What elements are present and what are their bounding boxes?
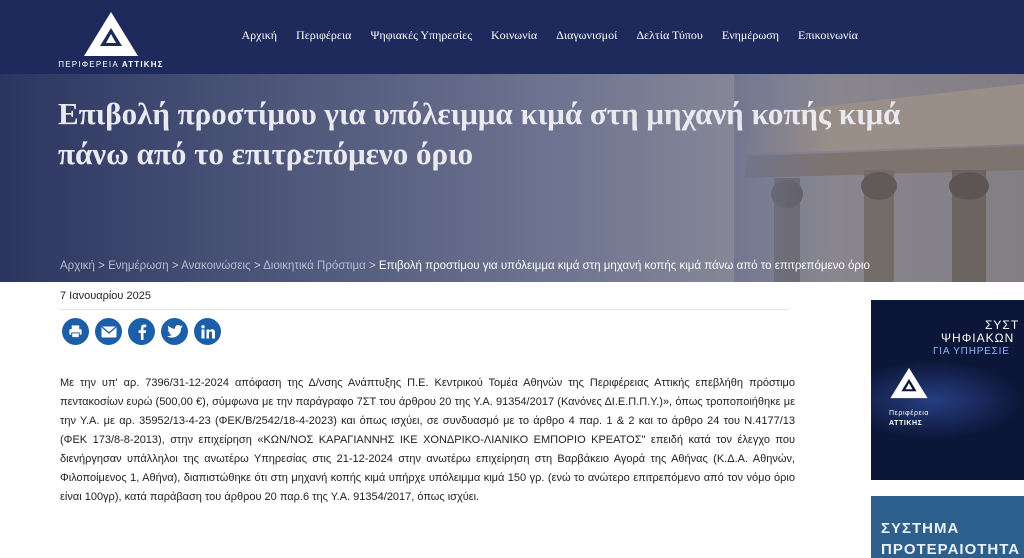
- nav-item-digital-services[interactable]: Ψηφιακές Υπηρεσίες: [361, 28, 481, 43]
- breadcrumb-separator: >: [368, 260, 379, 272]
- banner1-logo-text-1: Περιφέρεια: [889, 410, 930, 417]
- post-date: 7 Ιανουαρίου 2025: [60, 290, 151, 302]
- breadcrumb-separator: >: [253, 260, 264, 272]
- logo-text-normal: ΠΕΡΙΦΕΡΕΙΑ: [58, 60, 119, 69]
- breadcrumb-announcements[interactable]: Ανακοινώσεις: [181, 260, 250, 272]
- site-logo[interactable]: ΠΕΡΙΦΕΡΕΙΑ ΑΤΤΙΚΗΣ: [56, 8, 166, 70]
- nav-item-press-releases[interactable]: Δελτία Τύπου: [627, 28, 713, 43]
- banner1-line1: ΣΥΣΤ: [985, 318, 1020, 332]
- banner2-line2: ΠΡΟΤΕΡΑΙΟΤΗΤΑ: [881, 541, 1021, 558]
- hero-banner: Επιβολή προστίμου για υπόλειμμα κιμά στη…: [0, 74, 1024, 282]
- divider: [60, 309, 788, 310]
- banner2-line1: ΣΥΣΤΗΜΑ: [881, 520, 960, 537]
- banner1-logo-text-2: ΑΤΤΙΚΗΣ: [889, 420, 923, 427]
- nav-item-contact[interactable]: Επικοινωνία: [789, 28, 868, 43]
- email-share-button[interactable]: [95, 318, 122, 345]
- facebook-share-button[interactable]: [128, 318, 155, 345]
- nav-item-region[interactable]: Περιφέρεια: [287, 28, 361, 43]
- banner1-line3: ΓΙΑ ΥΠΗΡΕΣΙΕ: [933, 346, 1010, 357]
- main-nav: Αρχική Περιφέρεια Ψηφιακές Υπηρεσίες Κοι…: [232, 28, 867, 43]
- nav-item-tenders[interactable]: Διαγωνισμοί: [547, 28, 627, 43]
- breadcrumb-separator: >: [98, 260, 109, 272]
- linkedin-share-button[interactable]: [194, 318, 221, 345]
- site-header: ΠΕΡΙΦΕΡΕΙΑ ΑΤΤΙΚΗΣ Αρχική Περιφέρεια Ψηφ…: [0, 0, 1024, 74]
- breadcrumb-home[interactable]: Αρχική: [60, 260, 95, 272]
- breadcrumb: Αρχική > Ενημέρωση > Ανακοινώσεις > Διοι…: [60, 260, 870, 272]
- breadcrumb-news[interactable]: Ενημέρωση: [108, 260, 169, 272]
- breadcrumb-administrative-fines[interactable]: Διοικητικά Πρόστιμα: [263, 260, 366, 272]
- print-icon: [69, 325, 82, 339]
- logo-text: ΠΕΡΙΦΕΡΕΙΑ ΑΤΤΙΚΗΣ: [56, 60, 166, 69]
- logo-text-bold: ΑΤΤΙΚΗΣ: [121, 60, 164, 69]
- nav-item-news[interactable]: Ενημέρωση: [712, 28, 788, 43]
- breadcrumb-separator: >: [171, 260, 182, 272]
- facebook-icon: [138, 324, 146, 340]
- share-buttons: [62, 318, 221, 345]
- banner1-line2: ΨΗΦΙΑΚΩΝ: [941, 331, 1015, 345]
- print-button[interactable]: [62, 318, 89, 345]
- article-body: Με την υπ' αρ. 7396/31-12-2024 απόφαση τ…: [60, 377, 795, 503]
- nav-item-home[interactable]: Αρχική: [232, 28, 287, 43]
- breadcrumb-current: Επιβολή προστίμου για υπόλειμμα κιμά στη…: [378, 260, 870, 272]
- twitter-share-button[interactable]: [161, 318, 188, 345]
- banner-logo-triangle-icon: [890, 367, 928, 399]
- page-title: Επιβολή προστίμου για υπόλειμμα κιμά στη…: [58, 96, 901, 171]
- logo-triangle-icon: [84, 12, 138, 56]
- digital-services-banner[interactable]: ΣΥΣΤ ΨΗΦΙΑΚΩΝ ΓΙΑ ΥΠΗΡΕΣΙΕ Περιφέρεια ΑΤ…: [871, 300, 1024, 480]
- twitter-icon: [166, 325, 183, 338]
- nav-item-society[interactable]: Κοινωνία: [481, 28, 546, 43]
- linkedin-icon: [200, 324, 215, 338]
- email-icon: [101, 325, 116, 337]
- priority-system-banner[interactable]: ΣΥΣΤΗΜΑ ΠΡΟΤΕΡΑΙΟΤΗΤΑ: [871, 496, 1024, 558]
